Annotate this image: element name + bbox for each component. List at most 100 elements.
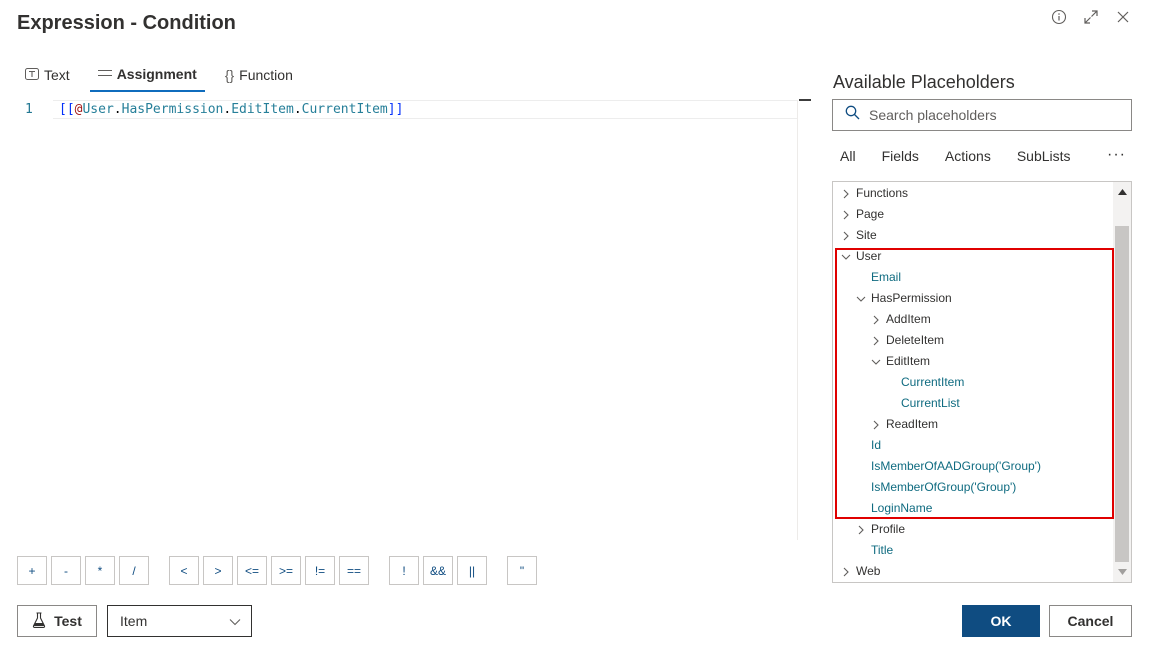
search-icon (845, 105, 860, 125)
tree-node-edititem[interactable]: EditItem (833, 351, 1113, 372)
line-number: 1 (25, 102, 33, 117)
test-button-label: Test (54, 613, 82, 629)
code-editor[interactable]: 1 [[@User.HasPermission.EditItem.Current… (17, 100, 798, 540)
window-controls (1050, 8, 1132, 26)
tree-node-label: Title (871, 543, 894, 557)
chevron-right-icon[interactable] (871, 309, 881, 330)
chevron-down-icon[interactable] (841, 246, 851, 267)
tree-node-title[interactable]: Title (833, 540, 1113, 561)
tree-node-label: Profile (871, 522, 906, 536)
chevron-right-icon[interactable] (856, 519, 866, 540)
close-icon[interactable] (1114, 8, 1132, 26)
chevron-right-icon[interactable] (841, 183, 851, 204)
tree-node-loginname[interactable]: LoginName (833, 498, 1113, 519)
operator-minus-button[interactable]: - (51, 556, 81, 585)
tree-node-label: CurrentList (901, 396, 960, 410)
tree-node-label: CurrentItem (901, 375, 965, 389)
info-icon[interactable] (1050, 8, 1068, 26)
text-box-icon (25, 67, 39, 83)
operator-less-equal-button[interactable]: <= (237, 556, 267, 585)
tab-function[interactable]: {} Function (217, 62, 301, 92)
tree-node-label: Site (856, 228, 877, 242)
chevron-right-icon[interactable] (841, 561, 851, 582)
chevron-right-icon[interactable] (841, 225, 851, 246)
operator-not-equal-button[interactable]: != (305, 556, 335, 585)
tab-text[interactable]: Text (17, 62, 78, 92)
tree-node-site[interactable]: Site (833, 225, 1113, 246)
token-currentitem: CurrentItem (301, 102, 388, 117)
chevron-right-icon[interactable] (871, 414, 881, 435)
expression-code[interactable]: [[@User.HasPermission.EditItem.CurrentIt… (59, 102, 403, 117)
tree-node-label: EditItem (886, 354, 931, 368)
operator-quote-button[interactable]: " (507, 556, 537, 585)
filter-all[interactable]: All (832, 146, 864, 166)
token-user: User (82, 102, 114, 117)
tree-node-web[interactable]: Web (833, 561, 1113, 582)
chevron-right-icon[interactable] (841, 204, 851, 225)
scrollbar-thumb[interactable] (1115, 226, 1129, 562)
tree-items: Functions Page Site User Email HasPermission A… (833, 183, 1113, 582)
equals-icon (97, 67, 112, 81)
token-dot: . (113, 102, 122, 117)
tree-node-ismemberofaadgroup-group[interactable]: IsMemberOfAADGroup('Group') (833, 456, 1113, 477)
operator-divide-button[interactable]: / (119, 556, 149, 585)
filter-sublists[interactable]: SubLists (1009, 146, 1079, 166)
operator-equal-button[interactable]: == (339, 556, 369, 585)
cancel-button[interactable]: Cancel (1049, 605, 1132, 637)
tab-function-label: Function (239, 67, 293, 83)
tab-text-label: Text (44, 67, 70, 83)
dialog-title: Expression - Condition (17, 12, 236, 34)
operator-greater-than-button[interactable]: > (203, 556, 233, 585)
tree-node-label: Id (871, 438, 882, 452)
scroll-down-icon[interactable] (1113, 564, 1131, 580)
chevron-down-icon[interactable] (871, 351, 881, 372)
braces-icon: {} (224, 67, 235, 83)
flask-icon (32, 611, 46, 631)
chevron-right-icon[interactable] (871, 330, 881, 351)
tree-node-email[interactable]: Email (833, 267, 1113, 288)
tree-node-label: Email (871, 270, 902, 284)
tree-scrollbar[interactable] (1113, 182, 1131, 582)
test-button[interactable]: Test (17, 605, 97, 637)
tab-assignment[interactable]: Assignment (89, 62, 205, 92)
context-select[interactable]: Item (107, 605, 252, 637)
tree-node-additem[interactable]: AddItem (833, 309, 1113, 330)
tree-node-profile[interactable]: Profile (833, 519, 1113, 540)
tree-node-user[interactable]: User (833, 246, 1113, 267)
ok-button[interactable]: OK (962, 605, 1040, 637)
tree-node-currentlist[interactable]: CurrentList (833, 393, 1113, 414)
tree-node-label: Web (856, 564, 881, 578)
tree-node-readitem[interactable]: ReadItem (833, 414, 1113, 435)
tree-node-id[interactable]: Id (833, 435, 1113, 456)
minimap-indicator (799, 99, 811, 101)
filter-actions[interactable]: Actions (937, 146, 999, 166)
scroll-up-icon[interactable] (1113, 184, 1131, 200)
placeholder-search-box (832, 99, 1132, 131)
tree-node-page[interactable]: Page (833, 204, 1113, 225)
filter-fields[interactable]: Fields (874, 146, 927, 166)
tree-node-label: Page (856, 207, 885, 221)
placeholder-tree: Functions Page Site User Email HasPermission A… (832, 181, 1132, 583)
tree-node-label: User (856, 249, 882, 263)
operator-or-button[interactable]: || (457, 556, 487, 585)
chevron-down-icon (229, 613, 241, 629)
placeholder-filters: All Fields Actions SubLists ··· (832, 146, 1132, 166)
tree-node-deleteitem[interactable]: DeleteItem (833, 330, 1113, 351)
more-options-icon[interactable]: ··· (1107, 146, 1126, 164)
operator-toolbar: + - * / < > <= >= != == ! && || " (17, 556, 541, 585)
expand-icon[interactable] (1082, 8, 1100, 26)
operator-not-button[interactable]: ! (389, 556, 419, 585)
tree-node-haspermission[interactable]: HasPermission (833, 288, 1113, 309)
tree-node-currentitem[interactable]: CurrentItem (833, 372, 1113, 393)
tree-node-ismemberofgroup-group[interactable]: IsMemberOfGroup('Group') (833, 477, 1113, 498)
chevron-down-icon[interactable] (856, 288, 866, 309)
operator-plus-button[interactable]: + (17, 556, 47, 585)
operator-and-button[interactable]: && (423, 556, 453, 585)
tree-node-functions[interactable]: Functions (833, 183, 1113, 204)
operator-less-than-button[interactable]: < (169, 556, 199, 585)
operator-multiply-button[interactable]: * (85, 556, 115, 585)
token-dot: . (293, 102, 302, 117)
placeholders-title: Available Placeholders (833, 72, 1015, 92)
operator-greater-equal-button[interactable]: >= (271, 556, 301, 585)
search-input[interactable] (869, 107, 1109, 123)
